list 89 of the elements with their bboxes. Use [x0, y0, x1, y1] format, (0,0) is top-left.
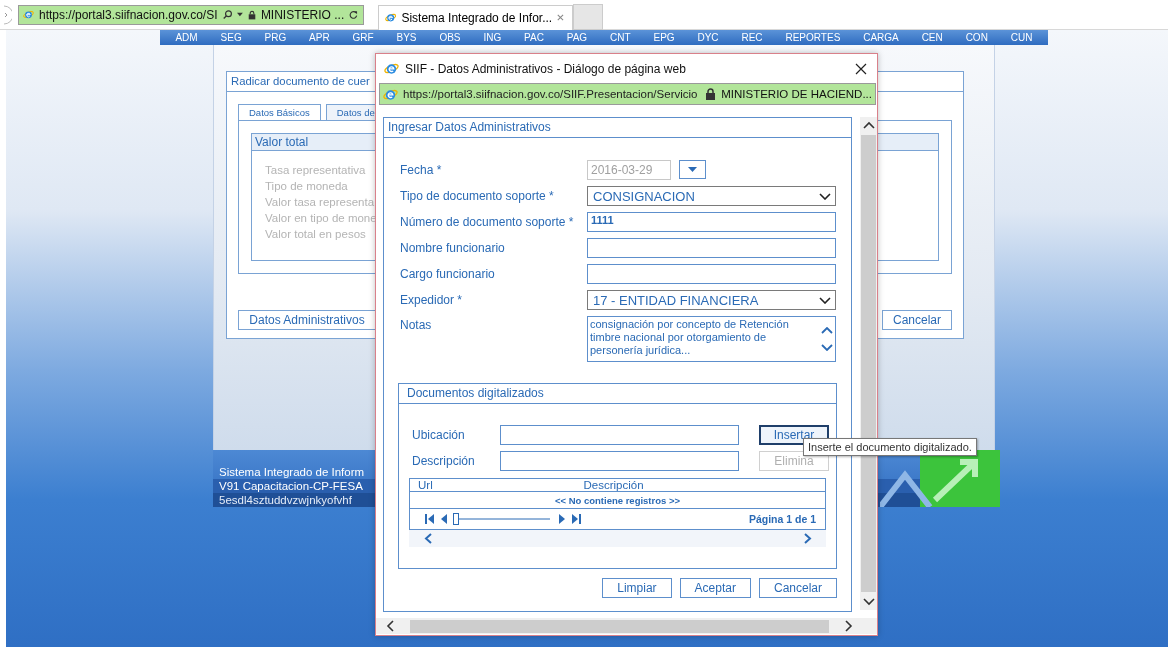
site-identity[interactable]: MINISTERIO ... — [260, 7, 345, 22]
close-icon[interactable] — [855, 62, 867, 75]
admin-data-button[interactable]: Datos Administrativos — [238, 310, 376, 330]
field-label: Número de documento soporte * — [400, 215, 575, 229]
chevron-up-icon[interactable] — [821, 327, 833, 334]
menu-item[interactable]: GRF — [352, 32, 374, 43]
address-text[interactable]: https://portal3.siifnacion.gov.co/SI — [38, 7, 218, 22]
field-label: Tipo de documento soporte * — [400, 189, 555, 203]
form-title: Radicar documento de cuer — [231, 75, 370, 87]
lock-icon — [247, 8, 256, 21]
menu-item[interactable]: SEG — [220, 32, 242, 43]
field-label: Descripción — [412, 454, 476, 468]
dialog-button[interactable]: Cancelar — [758, 578, 837, 598]
menu-item[interactable]: PRG — [264, 32, 287, 43]
form-tab[interactable]: Datos Básicos — [238, 104, 321, 120]
system-name: Sistema Integrado de Inform — [218, 465, 366, 479]
field-label: Valor en tipo de mone — [265, 212, 377, 224]
menu-item[interactable]: PAG — [566, 32, 588, 43]
menu-item[interactable]: CUN — [1010, 32, 1033, 43]
cancel-button[interactable]: Cancelar — [882, 310, 952, 330]
menu-item[interactable]: OBS — [439, 32, 461, 43]
dropdown-field[interactable]: CONSIGNACION — [587, 186, 836, 206]
menu-item[interactable]: ADM — [175, 32, 198, 43]
menu-item[interactable]: REC — [741, 32, 763, 43]
field-label: Nombre funcionario — [400, 241, 506, 255]
site-identity: MINISTERIO DE HACIEND... — [721, 88, 872, 100]
chevron-down-icon[interactable] — [821, 344, 833, 351]
empty-message: << No contiene registros >> — [554, 495, 681, 506]
dialog-title: SIIF - Datos Administrativos - Diálogo de página web — [405, 61, 687, 76]
field-label: Cargo funcionario — [400, 267, 496, 281]
browser-logo-icon — [384, 61, 399, 76]
panel-title: Ingresar Datos Administrativos — [384, 118, 851, 138]
browser-tab[interactable]: Sistema Integrado de Infor... — [378, 4, 573, 30]
date-picker-button[interactable] — [679, 160, 706, 179]
slider-thumb[interactable] — [453, 513, 459, 525]
field-label: Valor tasa representa — [265, 196, 375, 208]
previous-page-icon[interactable] — [441, 514, 447, 524]
scroll-left-icon[interactable] — [386, 620, 394, 632]
scroll-right-icon[interactable] — [845, 620, 853, 632]
dialog-button[interactable]: Aceptar — [679, 578, 751, 598]
page-info: Página 1 de 1 — [748, 513, 816, 525]
menu-item[interactable]: DYC — [697, 32, 719, 43]
menu-item[interactable]: BYS — [396, 32, 417, 43]
chevron-down-icon — [819, 192, 831, 200]
chevron-up-icon[interactable] — [862, 121, 875, 129]
text-field[interactable] — [587, 264, 836, 284]
menu-item[interactable]: EPG — [653, 32, 675, 43]
column-header[interactable]: Url — [418, 479, 478, 491]
field-label: Tipo de moneda — [265, 180, 348, 192]
text-field[interactable] — [500, 451, 739, 471]
menu-item[interactable]: CNT — [610, 32, 631, 43]
notes-field[interactable]: consignación por concepto de Retención timbre nacional por otorgamiento de personería jurídica... — [587, 316, 836, 362]
field-label: Notas — [400, 317, 433, 332]
address-text: https://portal3.siifnacion.gov.co/SIIF.Presentacion/Servicio — [403, 88, 699, 100]
field-label: Tasa representativa — [265, 164, 366, 176]
menu-item[interactable]: PAC — [524, 32, 544, 43]
menu-item[interactable]: CARGA — [863, 32, 899, 43]
section-title: Documentos digitalizados — [399, 384, 836, 404]
menu-item[interactable]: CON — [965, 32, 988, 43]
field-label: Ubicación — [412, 428, 466, 442]
horizontal-scrollbar[interactable] — [376, 618, 877, 634]
first-page-icon[interactable] — [425, 514, 435, 524]
search-icon[interactable] — [222, 8, 232, 21]
column-header[interactable]: Descripción — [478, 479, 817, 491]
caret-icon[interactable] — [237, 12, 243, 17]
last-page-icon[interactable] — [571, 514, 581, 524]
text-field[interactable]: 1111 — [587, 212, 836, 232]
lock-icon — [705, 88, 717, 100]
refresh-icon[interactable] — [349, 8, 358, 21]
menu-item[interactable]: ING — [483, 32, 502, 43]
chevron-down-icon[interactable] — [862, 598, 875, 606]
field-label: Fecha * — [400, 163, 443, 177]
scroll-right-icon[interactable] — [804, 533, 812, 544]
field-label: Expedidor * — [400, 293, 464, 307]
address-bar[interactable]: https://portal3.siifnacion.gov.co/SI MINISTERIO ... — [18, 4, 364, 25]
dialog-button[interactable]: Limpiar — [602, 578, 672, 598]
next-page-icon[interactable] — [559, 514, 565, 524]
scroll-left-icon[interactable] — [424, 533, 432, 544]
menu-item[interactable]: CEN — [921, 32, 943, 43]
menu-item[interactable]: APR — [309, 32, 330, 43]
caret-icon — [688, 167, 697, 172]
menu-item[interactable]: REPORTES — [785, 32, 841, 43]
dropdown-field[interactable]: 17 - ENTIDAD FINANCIERA — [587, 290, 836, 310]
page-slider[interactable] — [453, 513, 553, 525]
chevron-down-icon — [819, 296, 831, 304]
text-field[interactable] — [500, 425, 739, 445]
tooltip: Inserte el documento digitalizado. — [803, 438, 977, 456]
field-label: Valor total en pesos — [265, 228, 366, 240]
text-field[interactable] — [587, 238, 836, 258]
